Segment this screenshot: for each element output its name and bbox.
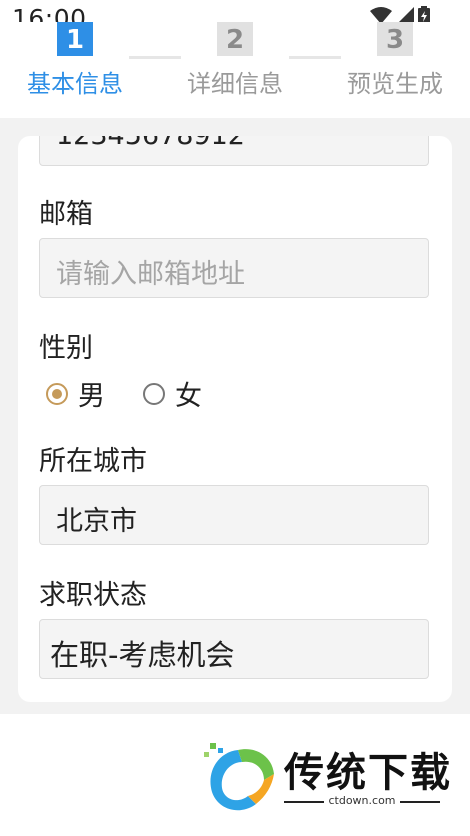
phone-field[interactable]: 12345678912 xyxy=(39,136,429,166)
job-status-field[interactable]: 在职-考虑机会 xyxy=(39,619,429,679)
email-field[interactable]: 请输入邮箱地址 xyxy=(39,238,429,298)
phone-value: 12345678912 xyxy=(56,136,245,151)
watermark-divider xyxy=(400,801,440,803)
step-label: 详细信息 xyxy=(187,70,283,98)
watermark-brand: 传统下载 xyxy=(284,750,452,796)
step-number: 2 xyxy=(217,22,253,56)
step-number: 3 xyxy=(377,22,413,56)
radio-label: 男 xyxy=(78,381,105,412)
step-detail-info[interactable]: 2 详细信息 xyxy=(170,22,300,99)
step-label: 基本信息 xyxy=(27,70,123,98)
email-label: 邮箱 xyxy=(39,199,93,230)
city-label: 所在城市 xyxy=(39,446,147,477)
radio-label: 女 xyxy=(175,381,202,412)
radio-checked-icon[interactable] xyxy=(46,382,68,405)
step-label: 预览生成 xyxy=(347,70,443,98)
city-field[interactable]: 北京市 xyxy=(39,485,429,545)
radio-unchecked-icon[interactable] xyxy=(143,382,165,405)
step-indicator: 1 基本信息 2 详细信息 3 预览生成 xyxy=(0,22,470,118)
ctdown-logo-icon xyxy=(204,743,274,811)
city-value: 北京市 xyxy=(56,506,137,537)
gender-option-female[interactable]: 女 xyxy=(143,374,202,413)
gender-radio-group: 男 女 xyxy=(46,374,240,413)
job-status-value: 在职-考虑机会 xyxy=(50,638,235,672)
step-basic-info[interactable]: 1 基本信息 xyxy=(10,22,140,99)
watermark-logo: 传统下载 ctdown.com xyxy=(198,738,450,818)
step-number: 1 xyxy=(57,22,93,56)
gender-label: 性别 xyxy=(39,333,93,364)
form-card: 12345678912 邮箱 请输入邮箱地址 性别 男 女 所在城市 北京市 求… xyxy=(18,136,452,702)
gender-option-male[interactable]: 男 xyxy=(46,374,105,413)
step-preview-generate[interactable]: 3 预览生成 xyxy=(330,22,460,99)
email-placeholder: 请输入邮箱地址 xyxy=(56,259,245,290)
job-status-label: 求职状态 xyxy=(39,580,147,611)
